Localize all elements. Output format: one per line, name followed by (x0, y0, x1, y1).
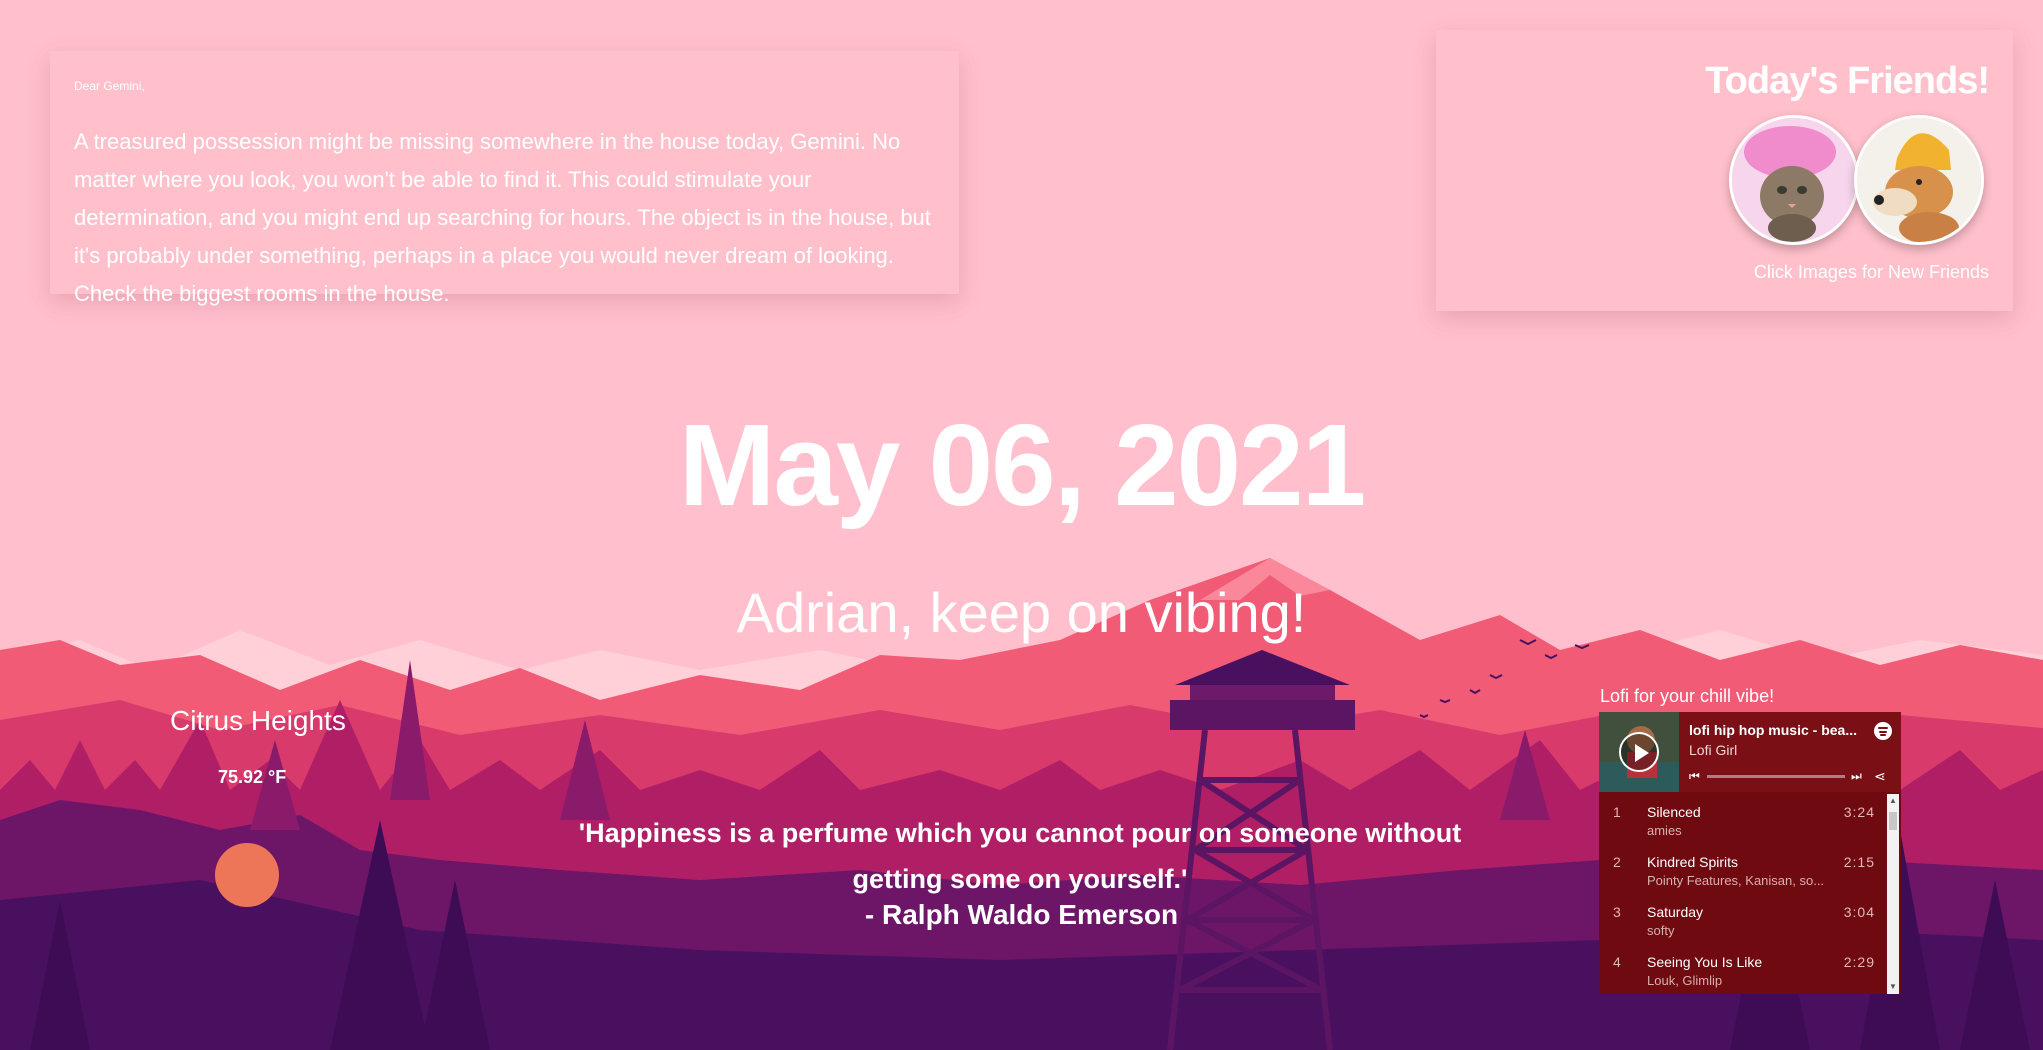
track-name: Silenced (1647, 804, 1701, 820)
track-duration: 3:24 (1843, 804, 1875, 820)
friend-avatar-dog[interactable] (1854, 115, 1984, 245)
track-artist: Louk, Glimlip (1647, 973, 1723, 988)
playlist-artist[interactable]: Lofi Girl (1689, 742, 1737, 758)
track-artist: Pointy Features, Kanisan, so... (1647, 873, 1825, 888)
next-icon[interactable]: ⏭ (1851, 769, 1862, 784)
playlist-title[interactable]: lofi hip hop music - bea... (1689, 722, 1859, 738)
album-cover (1599, 712, 1679, 792)
horoscope-card: Dear Gemini, A treasured possession migh… (50, 51, 959, 306)
play-icon[interactable] (1619, 732, 1659, 772)
track-duration: 2:15 (1843, 854, 1875, 870)
friends-title: Today's Friends! (1705, 60, 1990, 102)
friends-card: Today's Friends! Click Images for New Fr… (1436, 30, 2013, 311)
track-number: 4 (1613, 954, 1621, 970)
weather-temperature: 75.92 °F (218, 767, 287, 787)
lofi-label: Lofi for your chill vibe! (1600, 686, 1775, 706)
scrollbar-thumb[interactable] (1889, 812, 1897, 830)
track-name: Saturday (1647, 904, 1704, 920)
track-row[interactable]: 1 Silenced amies 3:24 (1599, 796, 1885, 846)
track-number: 1 (1613, 804, 1621, 820)
track-row[interactable]: 4 Seeing You Is Like Louk, Glimlip 2:29 (1599, 946, 1885, 994)
track-name: Kindred Spirits (1647, 854, 1739, 870)
track-duration: 2:29 (1843, 954, 1875, 970)
dog-icon (1857, 118, 1981, 242)
current-date: May 06, 2021 (678, 400, 1366, 530)
track-artist: amies (1647, 823, 1682, 838)
user-greeting: Adrian, keep on vibing! (736, 581, 1307, 644)
cat-icon (1732, 118, 1856, 242)
scroll-up-icon[interactable]: ▲ (1887, 796, 1899, 805)
horoscope-text: A treasured possession might be missing … (74, 129, 931, 306)
track-number: 3 (1613, 904, 1621, 920)
track-artist: softy (1647, 923, 1675, 938)
sun-icon (215, 843, 279, 907)
track-row[interactable]: 2 Kindred Spirits Pointy Features, Kanis… (1599, 846, 1885, 896)
track-duration: 3:04 (1843, 904, 1875, 920)
share-icon[interactable]: ⋖ (1874, 768, 1886, 785)
spotify-icon[interactable] (1874, 722, 1892, 740)
spotify-player: lofi hip hop music - bea... Lofi Girl ⏮ … (1599, 712, 1901, 994)
track-number: 2 (1613, 854, 1621, 870)
track-list-scrollbar[interactable]: ▲ ▼ (1887, 794, 1899, 994)
track-name: Seeing You Is Like (1647, 954, 1763, 970)
progress-bar[interactable] (1707, 775, 1845, 778)
scroll-down-icon[interactable]: ▼ (1887, 982, 1899, 991)
previous-icon[interactable]: ⏮ (1689, 769, 1700, 784)
track-row[interactable]: 3 Saturday softy 3:04 (1599, 896, 1885, 946)
friend-avatar-cat[interactable] (1729, 115, 1859, 245)
friends-caption: Click Images for New Friends (1753, 262, 1989, 282)
weather-city: Citrus Heights (170, 705, 346, 736)
quote-text: 'Happiness is a perfume which you cannot… (578, 818, 1462, 894)
horoscope-greeting: Dear Gemini, (74, 79, 145, 93)
player-header: lofi hip hop music - bea... Lofi Girl ⏮ … (1599, 712, 1901, 792)
